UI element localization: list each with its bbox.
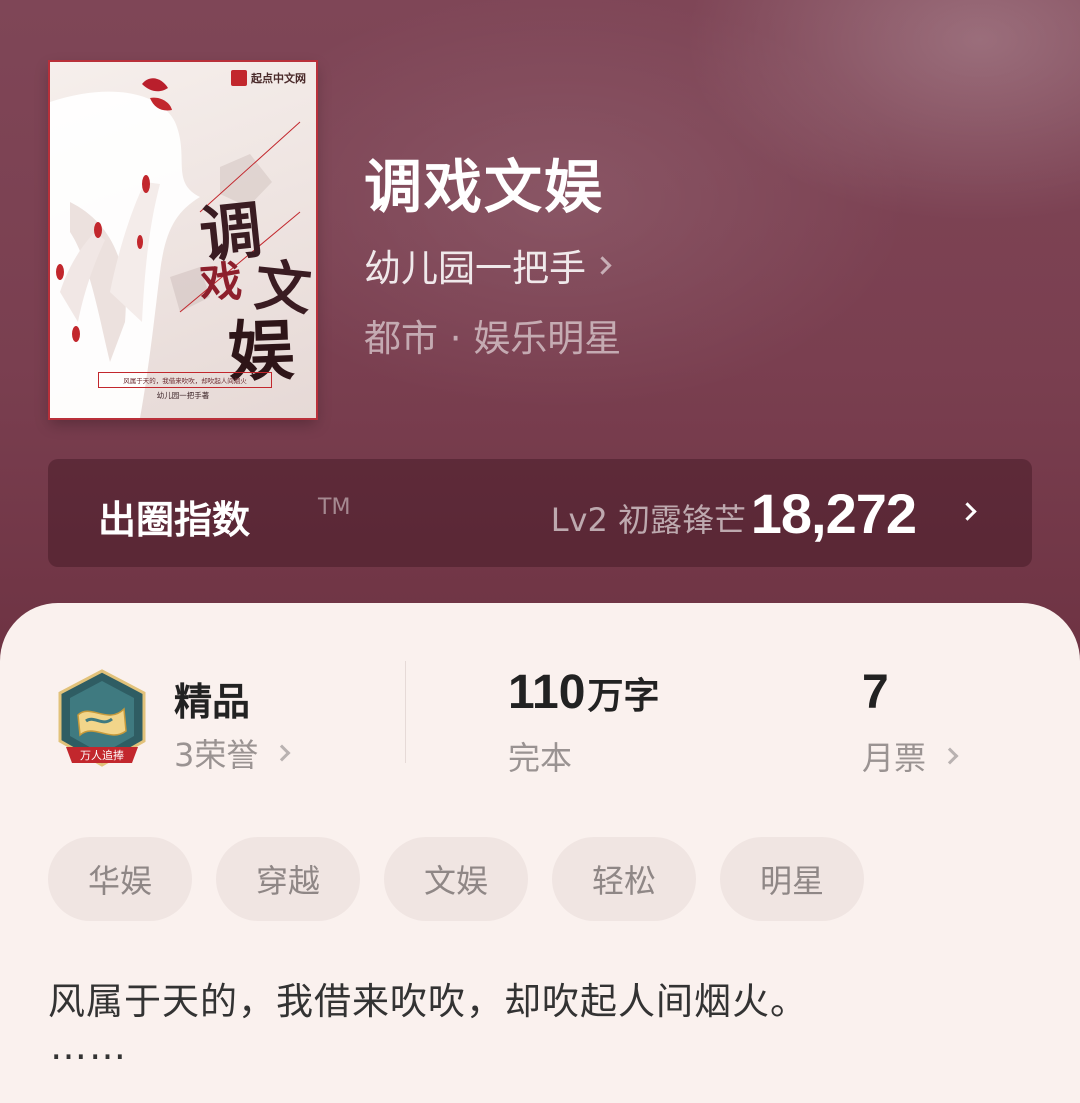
word-count: 110万字 [508, 665, 659, 720]
tag-chip[interactable]: 穿越 [216, 837, 360, 921]
publisher-logo-icon [231, 70, 247, 86]
author-name: 幼儿园一把手 [364, 247, 586, 290]
tag-chip[interactable]: 文娱 [384, 837, 528, 921]
tier-name: 精品 [174, 680, 251, 724]
index-level: Lv2 初露锋芒 [550, 501, 746, 539]
tag-chip[interactable]: 轻松 [552, 837, 696, 921]
honors-link[interactable]: 3荣誉 [174, 730, 291, 776]
trademark-mark: TM [318, 495, 351, 520]
chevron-right-icon [941, 747, 959, 765]
completion-status: 完本 [508, 739, 573, 777]
index-label: 出圈指数 [98, 498, 251, 542]
cover-author: 幼儿园一把手著 [156, 391, 210, 400]
tag-chip[interactable]: 明星 [720, 837, 864, 921]
word-count-number: 110 [508, 666, 586, 719]
book-title: 调戏文娱 [364, 153, 605, 221]
monthly-tickets-label: 月票 [862, 739, 927, 777]
index-value: 18,272 [750, 482, 917, 545]
book-cover[interactable]: 起点中文网 调 戏 文 娱 风属于天的，我借来吹吹，却吹起人间烟火 幼儿园一把手… [50, 62, 316, 418]
popularity-index-bar[interactable]: 出圈指数 TM Lv2 初露锋芒 18,272 [48, 459, 1032, 567]
word-count-unit: 万字 [587, 676, 660, 717]
badge-text: 万人追捧 [80, 748, 124, 762]
cover-publisher-logo: 起点中文网 [231, 70, 306, 86]
author-link[interactable]: 幼儿园一把手 [364, 238, 612, 292]
tier-badge-icon[interactable]: 万人追捧 [52, 667, 152, 777]
genre-line[interactable]: 都市 · 娱乐明星 [364, 308, 621, 362]
cover-slogan: 风属于天的，我借来吹吹，却吹起人间烟火 [98, 372, 272, 388]
synopsis-text[interactable]: 风属于天的，我借来吹吹，却吹起人间烟火。 [48, 971, 808, 1025]
synopsis-more[interactable]: …… [50, 1025, 128, 1068]
tag-list: 华娱 穿越 文娱 轻松 明星 [48, 837, 864, 921]
cover-title-char: 戏 [198, 256, 244, 309]
stats-divider [405, 661, 406, 763]
honors-count: 3荣誉 [174, 736, 259, 774]
book-info-card: 万人追捧 精品 3荣誉 110万字 完本 7 月票 华娱 穿越 文娱 轻松 明星… [0, 603, 1080, 1103]
chevron-right-icon [958, 502, 977, 521]
monthly-tickets-count: 7 [862, 666, 889, 719]
chevron-right-icon [593, 255, 612, 275]
cover-brand-name: 起点中文网 [251, 72, 306, 85]
monthly-tickets-link[interactable]: 月票 [862, 733, 959, 779]
tag-chip[interactable]: 华娱 [48, 837, 192, 921]
cover-title-char: 文 [251, 252, 315, 324]
chevron-right-icon [273, 744, 291, 762]
book-header: 起点中文网 调 戏 文 娱 风属于天的，我借来吹吹，却吹起人间烟火 幼儿园一把手… [0, 0, 1080, 660]
